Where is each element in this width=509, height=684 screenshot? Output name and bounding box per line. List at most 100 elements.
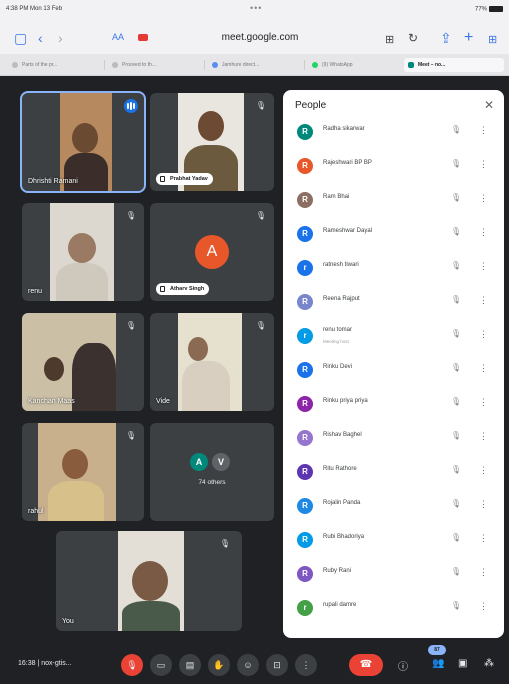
pinned-name-chip: Atharv Singh [156, 283, 210, 295]
participant-tile-renu[interactable]: 🎙 renu [22, 203, 144, 301]
sidebar-icon[interactable]: ▢ [14, 28, 27, 48]
tab-meet-active[interactable]: Meet – no... [404, 58, 504, 72]
participant-avatar: R [297, 566, 313, 582]
participant-name: ratnesh tiwari [323, 262, 359, 268]
participant-name: Rameshwar Dayal [323, 228, 373, 234]
participant-name: Dhrishti Ramani [28, 178, 78, 185]
multitask-dots-icon[interactable]: ••• [250, 3, 262, 13]
participant-row[interactable]: R Rubi Bhadoriya 🎙 ⋮ [283, 526, 504, 556]
self-tile[interactable]: 🎙 You [56, 531, 242, 631]
body-shape [64, 153, 108, 191]
more-options-icon[interactable]: ⋮ [479, 125, 488, 136]
participant-row[interactable]: r renu tomar Meeting host 🎙 ⋮ [283, 322, 504, 352]
mic-off-icon: 🎙 [451, 397, 462, 406]
tab-4[interactable]: (9) WhatsApp [308, 58, 400, 72]
more-options-icon[interactable]: ⋮ [479, 567, 488, 578]
forward-icon[interactable]: › [58, 28, 63, 48]
camera-toggle-button[interactable]: ▭ [150, 654, 172, 676]
participant-avatar: r [297, 260, 313, 276]
share-icon[interactable]: ⇪ [440, 28, 452, 48]
people-icon[interactable]: 👥 [432, 658, 444, 669]
activities-icon[interactable]: ⁂ [484, 658, 494, 669]
face-shape [62, 449, 88, 479]
participant-row[interactable]: R Ritu Rathore 🎙 ⋮ [283, 458, 504, 488]
more-options-icon[interactable]: ⋮ [479, 329, 488, 340]
participant-tile-dhrishti[interactable]: Dhrishti Ramani [20, 91, 146, 193]
back-icon[interactable]: ‹ [38, 28, 43, 48]
more-options-icon[interactable]: ⋮ [479, 499, 488, 510]
more-options-button[interactable]: ⋮ [295, 654, 317, 676]
raise-hand-button[interactable]: ✋ [208, 654, 230, 676]
participant-row[interactable]: R Rameshwar Dayal 🎙 ⋮ [283, 220, 504, 250]
more-options-icon[interactable]: ⋮ [479, 295, 488, 306]
participant-row[interactable]: R Ram Bhai 🎙 ⋮ [283, 186, 504, 216]
captions-button[interactable]: ▤ [179, 654, 201, 676]
tab-divider [304, 60, 305, 70]
participant-tile-prabhat[interactable]: 🎙 Prabhat Yadav [150, 93, 274, 191]
end-call-button[interactable]: ☎ [349, 654, 383, 676]
present-button[interactable]: ⊡ [266, 654, 288, 676]
pin-icon [160, 176, 165, 182]
participant-row[interactable]: R Rojalin Panda 🎙 ⋮ [283, 492, 504, 522]
pin-icon [160, 286, 165, 292]
more-options-icon[interactable]: ⋮ [479, 431, 488, 442]
mic-off-icon: 🎙 [451, 295, 462, 304]
body-shape [56, 263, 108, 301]
tab-3[interactable]: Jamhure direct... [208, 58, 300, 72]
tabs-overview-icon[interactable]: ⊞ [488, 30, 497, 50]
participant-tile-rahul[interactable]: 🎙 rahul [22, 423, 144, 521]
text-size-button[interactable]: AA [112, 32, 124, 42]
participant-row[interactable]: r ratnesh tiwari 🎙 ⋮ [283, 254, 504, 284]
participant-name: Vide [156, 398, 170, 405]
body-shape [48, 481, 104, 521]
people-panel-title: People [295, 100, 327, 111]
others-tile[interactable]: A V 74 others [150, 423, 274, 521]
participant-name: Rajeshwari BP BP [323, 160, 372, 166]
mic-off-icon: 🎙 [125, 431, 137, 440]
participant-avatar: R [297, 396, 313, 412]
participant-row[interactable]: R Ruby Rani 🎙 ⋮ [283, 560, 504, 590]
mic-off-icon: 🎙 [451, 499, 462, 508]
more-options-icon[interactable]: ⋮ [479, 397, 488, 408]
more-options-icon[interactable]: ⋮ [479, 601, 488, 612]
participant-avatar: r [297, 328, 313, 344]
mic-toggle-button[interactable]: 🎙 [121, 654, 143, 676]
reload-icon[interactable]: ↻ [408, 28, 418, 48]
participant-row[interactable]: R Radha sikarwar 🎙 ⋮ [283, 118, 504, 148]
participant-row[interactable]: R Reena Rajput 🎙 ⋮ [283, 288, 504, 318]
battery-icon [489, 6, 503, 12]
participant-name: Rinku priya priya [323, 398, 368, 404]
chat-icon[interactable]: ▣ [458, 658, 467, 669]
participant-avatar: R [297, 124, 313, 140]
more-options-icon[interactable]: ⋮ [479, 227, 488, 238]
meeting-info-icon[interactable]: ⓘ [398, 658, 408, 673]
participant-video [178, 313, 242, 411]
participant-tile-vide[interactable]: 🎙 Vide [150, 313, 274, 411]
more-options-icon[interactable]: ⋮ [479, 159, 488, 170]
more-options-icon[interactable]: ⋮ [479, 261, 488, 272]
tab-1[interactable]: Parts of the pr... [8, 58, 100, 72]
more-options-icon[interactable]: ⋮ [479, 363, 488, 374]
more-options-icon[interactable]: ⋮ [479, 533, 488, 544]
participant-tile-atharv[interactable]: A 🎙 Atharv Singh [150, 203, 274, 301]
participant-name: renu [28, 288, 43, 295]
participant-name: rupali damre [323, 602, 357, 608]
tab-2[interactable]: Proceed to th... [108, 58, 200, 72]
more-options-icon[interactable]: ⋮ [479, 193, 488, 204]
participant-tile-kanchan[interactable]: 🎙 Kanchan Maas [22, 313, 144, 411]
address-bar[interactable]: meet.google.com [200, 32, 320, 43]
new-tab-icon[interactable]: + [464, 28, 473, 48]
participant-row[interactable]: R Rinku Devi 🎙 ⋮ [283, 356, 504, 386]
mic-off-icon: 🎙 [451, 125, 462, 134]
more-options-icon[interactable]: ⋮ [479, 465, 488, 476]
mic-off-icon: 🎙 [255, 321, 267, 330]
participant-row[interactable]: r rupali damre 🎙 ⋮ [283, 594, 504, 624]
participant-name: Reena Rajput [323, 296, 360, 302]
participant-row[interactable]: R Rajeshwari BP BP 🎙 ⋮ [283, 152, 504, 182]
emoji-reactions-button[interactable]: ☺ [237, 654, 259, 676]
participant-row[interactable]: R Rishav Baghel 🎙 ⋮ [283, 424, 504, 454]
reader-icon[interactable]: ⊞ [385, 30, 394, 50]
battery-indicator: 77% [475, 6, 503, 13]
participant-row[interactable]: R Rinku priya priya 🎙 ⋮ [283, 390, 504, 420]
close-icon[interactable]: ✕ [484, 98, 494, 112]
